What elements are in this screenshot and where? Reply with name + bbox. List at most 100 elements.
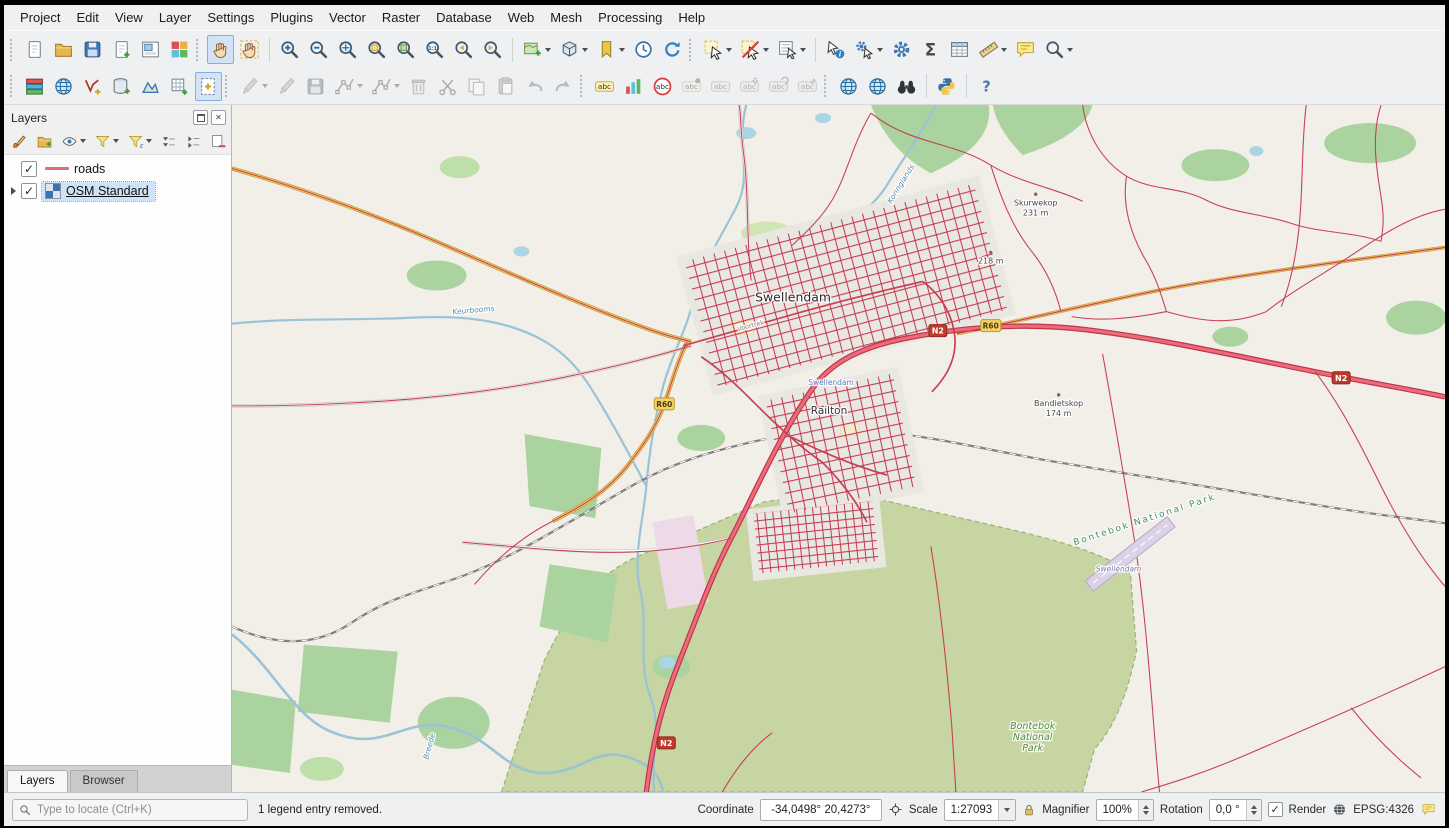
messages-icon[interactable] xyxy=(1420,802,1437,817)
zoom-to-selection-icon[interactable] xyxy=(363,35,390,64)
crs-globe-icon[interactable] xyxy=(1332,802,1347,817)
statistical-summary-icon[interactable]: Σ xyxy=(917,35,944,64)
select-by-form-icon[interactable] xyxy=(774,35,809,64)
new-print-layout-icon[interactable] xyxy=(108,35,135,64)
map-tips-icon[interactable] xyxy=(1012,35,1039,64)
processing-toolbox-icon[interactable] xyxy=(888,35,915,64)
add-group-icon[interactable] xyxy=(33,129,56,154)
toolbar-drag-handle[interactable] xyxy=(824,75,829,97)
menu-plugins[interactable]: Plugins xyxy=(262,7,321,28)
python-console-icon[interactable] xyxy=(933,72,960,101)
crs-indicator[interactable]: EPSG:4326 xyxy=(1353,804,1414,816)
lock-scale-icon[interactable] xyxy=(1022,803,1036,817)
new-mesh-layer-icon[interactable] xyxy=(137,72,164,101)
layer-item-roads[interactable]: roads xyxy=(4,158,231,180)
zoom-next-icon[interactable] xyxy=(479,35,506,64)
new-temporary-scratch-layer-icon[interactable] xyxy=(195,72,222,101)
pin-unpin-labels-icon[interactable]: abc xyxy=(678,72,705,101)
spinner-arrows-icon[interactable] xyxy=(1246,800,1261,820)
zoom-last-icon[interactable] xyxy=(450,35,477,64)
filter-legend-icon[interactable] xyxy=(91,129,122,154)
redo-icon[interactable] xyxy=(550,72,577,101)
expand-all-icon[interactable] xyxy=(157,129,180,154)
expander-icon[interactable] xyxy=(11,187,16,195)
new-3d-map-view-icon[interactable] xyxy=(556,35,591,64)
change-label-icon[interactable]: abc xyxy=(794,72,821,101)
layer-labeling-options-icon[interactable]: abc xyxy=(591,72,618,101)
layer-diagram-options-icon[interactable] xyxy=(620,72,647,101)
zoom-to-layer-icon[interactable] xyxy=(392,35,419,64)
map-canvas[interactable]: Swellendam Railton Swellendam Swellendam… xyxy=(232,105,1445,792)
zoom-full-extent-icon[interactable] xyxy=(334,35,361,64)
vertex-tool-icon[interactable] xyxy=(368,72,403,101)
zoom-native-resolution-icon[interactable]: 1:1 xyxy=(421,35,448,64)
scale-combobox[interactable]: 1:27093 xyxy=(944,799,1017,821)
pan-map-icon[interactable] xyxy=(207,35,234,64)
new-project-icon[interactable] xyxy=(21,35,48,64)
metasearch-icon[interactable] xyxy=(835,72,862,101)
toolbar-drag-handle[interactable] xyxy=(225,75,230,97)
digitize-with-segment-icon[interactable] xyxy=(331,72,366,101)
deselect-features-icon[interactable] xyxy=(737,35,772,64)
undo-icon[interactable] xyxy=(521,72,548,101)
web-services-icon[interactable] xyxy=(864,72,891,101)
new-virtual-layer-icon[interactable] xyxy=(166,72,193,101)
menu-processing[interactable]: Processing xyxy=(590,7,670,28)
layer-visibility-checkbox[interactable] xyxy=(21,183,37,199)
coordinate-input[interactable]: -34,0498° 20,4273° xyxy=(760,799,882,821)
render-checkbox[interactable] xyxy=(1268,802,1283,817)
cut-features-icon[interactable] xyxy=(434,72,461,101)
current-edits-icon[interactable] xyxy=(236,72,271,101)
rotate-label-icon[interactable]: abc xyxy=(765,72,792,101)
data-source-manager-icon[interactable] xyxy=(21,72,48,101)
toolbar-drag-handle[interactable] xyxy=(10,75,15,97)
refresh-map-icon[interactable] xyxy=(659,35,686,64)
open-attribute-table-icon[interactable] xyxy=(946,35,973,64)
new-geopackage-layer-icon[interactable] xyxy=(108,72,135,101)
measure-icon[interactable] xyxy=(975,35,1010,64)
extents-toggle-icon[interactable] xyxy=(888,802,903,817)
layer-item-osm-standard[interactable]: OSM Standard xyxy=(4,180,231,202)
search-binoculars-icon[interactable] xyxy=(893,72,920,101)
toolbar-drag-handle[interactable] xyxy=(196,39,201,61)
show-hide-labels-icon[interactable]: abc xyxy=(707,72,734,101)
nominatim-search-icon[interactable] xyxy=(1041,35,1076,64)
manage-map-themes-icon[interactable] xyxy=(58,129,89,154)
menu-edit[interactable]: Edit xyxy=(68,7,106,28)
menu-help[interactable]: Help xyxy=(670,7,713,28)
layer-visibility-checkbox[interactable] xyxy=(21,161,37,177)
toggle-editing-icon[interactable] xyxy=(273,72,300,101)
menu-view[interactable]: View xyxy=(107,7,151,28)
save-project-icon[interactable] xyxy=(79,35,106,64)
toolbar-drag-handle[interactable] xyxy=(580,75,585,97)
toolbar-drag-handle[interactable] xyxy=(10,39,15,61)
menu-settings[interactable]: Settings xyxy=(199,7,262,28)
help-icon[interactable]: ? xyxy=(973,72,1000,101)
collapse-all-icon[interactable] xyxy=(182,129,205,154)
combo-dropdown-icon[interactable] xyxy=(998,800,1015,820)
menu-vector[interactable]: Vector xyxy=(321,7,374,28)
spinner-arrows-icon[interactable] xyxy=(1138,800,1153,820)
open-project-icon[interactable] xyxy=(50,35,77,64)
run-feature-action-icon[interactable] xyxy=(851,35,886,64)
tab-browser[interactable]: Browser xyxy=(70,770,138,792)
panel-close-icon[interactable] xyxy=(211,110,226,125)
magnifier-spinbox[interactable]: 100% xyxy=(1096,799,1154,821)
style-manager-icon[interactable] xyxy=(166,35,193,64)
menu-web[interactable]: Web xyxy=(500,7,543,28)
menu-raster[interactable]: Raster xyxy=(374,7,428,28)
copy-features-icon[interactable] xyxy=(463,72,490,101)
identify-features-icon[interactable]: i xyxy=(822,35,849,64)
move-label-icon[interactable]: abc xyxy=(736,72,763,101)
locate-search-input[interactable]: Type to locate (Ctrl+K) xyxy=(12,799,248,821)
toolbar-drag-handle[interactable] xyxy=(689,39,694,61)
filter-by-expression-icon[interactable]: ε xyxy=(124,129,155,154)
pan-to-selection-icon[interactable] xyxy=(236,35,263,64)
remove-layer-icon[interactable] xyxy=(207,129,230,154)
zoom-out-icon[interactable] xyxy=(305,35,332,64)
spatial-bookmarks-icon[interactable] xyxy=(593,35,628,64)
menu-mesh[interactable]: Mesh xyxy=(542,7,590,28)
highlight-pinned-labels-icon[interactable]: abc xyxy=(649,72,676,101)
menu-project[interactable]: Project xyxy=(12,7,68,28)
zoom-in-icon[interactable] xyxy=(276,35,303,64)
